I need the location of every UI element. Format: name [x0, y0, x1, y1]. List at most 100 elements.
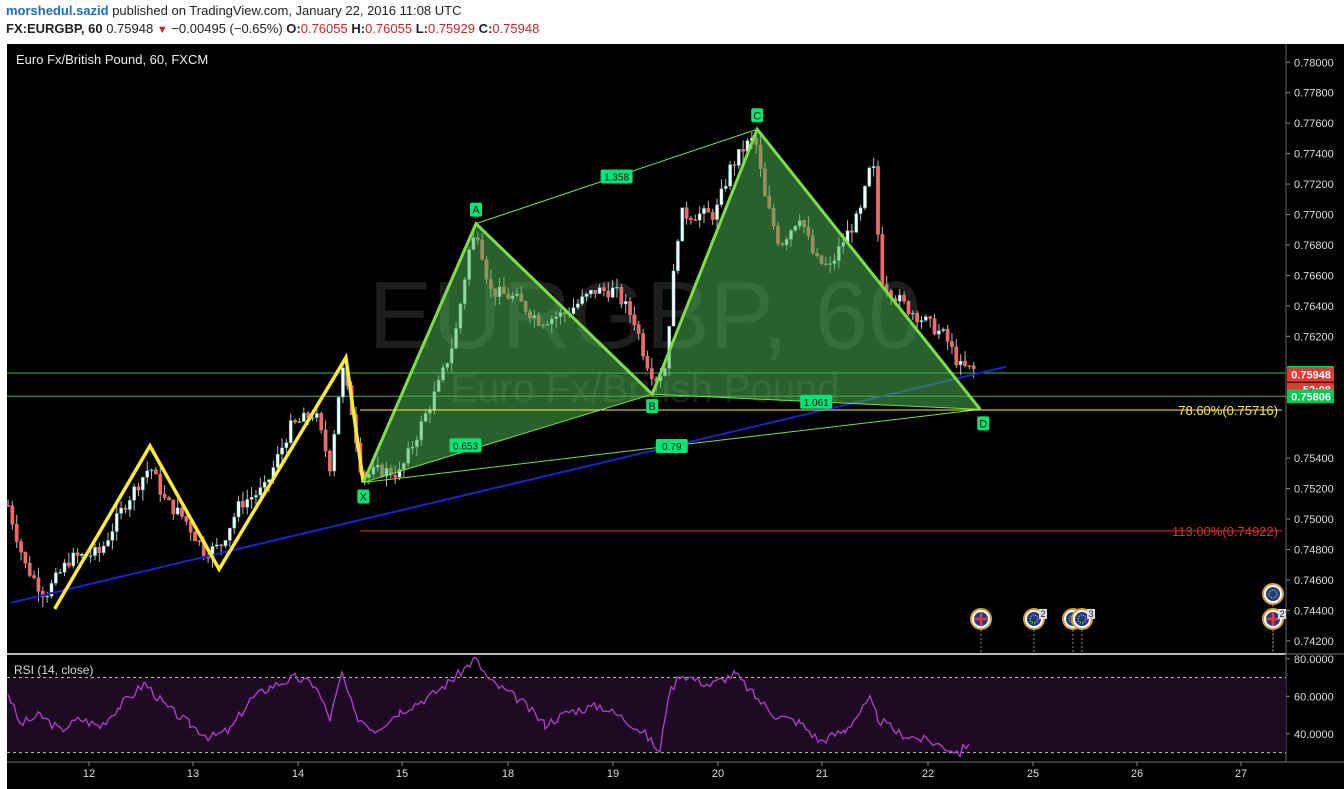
- x-tick-label: 13: [187, 768, 199, 780]
- candle-body: [336, 396, 341, 435]
- y-tick-label: 0.77400: [1294, 149, 1334, 161]
- pattern-point-text: C: [753, 110, 761, 122]
- rsi-tick-label: 80.0000: [1294, 654, 1334, 666]
- candle-body: [154, 469, 158, 475]
- candle-body: [197, 540, 202, 543]
- candle-body: [863, 185, 867, 209]
- candle-body: [149, 469, 154, 472]
- y-tick-label: 0.76400: [1294, 301, 1334, 313]
- candle-body: [671, 270, 676, 327]
- x-tick-label: 20: [712, 768, 724, 780]
- candle-body: [897, 294, 902, 302]
- candle-body: [315, 413, 319, 418]
- candle-body: [184, 516, 189, 522]
- candle-body: [963, 360, 967, 366]
- candle-body: [341, 367, 345, 398]
- x-tick-label: 21: [816, 768, 828, 780]
- candle-body: [393, 474, 397, 478]
- price-badge-text: 0.75806: [1291, 391, 1331, 403]
- candle-body: [245, 499, 250, 508]
- y-tick-label: 0.74800: [1294, 544, 1334, 556]
- candle-body: [950, 341, 954, 348]
- y-tick-label: 0.74600: [1294, 575, 1334, 587]
- ratio-label: 1.061: [800, 394, 833, 409]
- rsi-label: RSI (14, close): [14, 663, 93, 677]
- price-badge: 0.75806: [1287, 389, 1334, 404]
- candle-body: [19, 541, 23, 553]
- candle-body: [249, 497, 254, 500]
- candle-body: [597, 287, 602, 294]
- pattern-point-label: X: [357, 489, 370, 504]
- pattern-point-label: A: [470, 202, 483, 217]
- y-tick-label: 0.77200: [1294, 179, 1334, 191]
- candle-body: [45, 596, 49, 598]
- candle-body: [571, 307, 576, 314]
- candle-body: [171, 499, 176, 515]
- candle-body: [62, 562, 67, 573]
- candle-body: [284, 442, 289, 449]
- candle-body: [275, 453, 280, 468]
- pattern-point-text: D: [979, 418, 987, 430]
- x-tick-label: 26: [1131, 768, 1143, 780]
- event-count: 2: [1279, 609, 1284, 619]
- candle-body: [610, 287, 615, 298]
- fib-level-label: 113.00%(0.74922): [1172, 524, 1278, 539]
- candle-body: [906, 301, 911, 314]
- pattern-point-text: X: [360, 491, 368, 503]
- candle-body: [32, 575, 36, 578]
- candle-body: [297, 421, 302, 423]
- candle-body: [867, 167, 872, 187]
- candle-body: [319, 413, 324, 431]
- candle-body: [937, 330, 941, 335]
- candle-body: [615, 287, 619, 289]
- candle-body: [902, 294, 906, 302]
- candle-body: [145, 470, 150, 478]
- candle-body: [262, 481, 267, 488]
- candle-body: [871, 166, 876, 169]
- candle-body: [636, 324, 641, 334]
- candle-body: [332, 433, 337, 472]
- candle-body: [710, 211, 715, 220]
- candle-body: [241, 501, 245, 508]
- candle-body: [10, 505, 15, 525]
- y-tick-label: 0.77800: [1294, 88, 1334, 100]
- candle-body: [301, 412, 306, 422]
- flag-base: [1266, 587, 1280, 601]
- candle-body: [741, 149, 745, 152]
- candle-body: [141, 477, 145, 491]
- candle-body: [258, 487, 263, 496]
- candle-body: [628, 301, 632, 315]
- candle-body: [941, 328, 946, 331]
- rsi-band-fill: [7, 677, 1286, 753]
- candle-body: [80, 553, 84, 556]
- candle-body: [924, 316, 928, 321]
- candle-body: [580, 296, 585, 304]
- ratio-label: 0.653: [449, 438, 482, 453]
- candle-body: [97, 547, 102, 553]
- y-tick-label: 0.76200: [1294, 331, 1334, 343]
- flag-base: [1027, 612, 1041, 626]
- candle-body: [67, 562, 71, 567]
- candle-body: [706, 208, 711, 213]
- candle-body: [101, 545, 106, 553]
- price-chart[interactable]: EURGBP, 60Euro Fx/British Pound0.780000.…: [0, 0, 1344, 789]
- fib-level-label: 78.60%(0.75716): [1178, 403, 1278, 418]
- candle-body: [6, 505, 10, 507]
- candle-body: [280, 447, 284, 455]
- x-tick-label: 22: [922, 768, 934, 780]
- candle-body: [23, 551, 28, 564]
- candle-body: [928, 316, 933, 319]
- candle-body: [919, 320, 924, 323]
- candle-body: [649, 368, 654, 380]
- ratio-label-text: 0.653: [453, 441, 478, 452]
- candle-body: [693, 219, 698, 221]
- candle-body: [576, 303, 580, 308]
- flag-base: [1075, 612, 1089, 626]
- candle-body: [219, 544, 224, 547]
- candle-body: [119, 507, 123, 514]
- ratio-label-text: 1.358: [604, 172, 629, 183]
- pattern-point-label: D: [977, 416, 990, 431]
- candle-body: [732, 164, 737, 166]
- candle-body: [645, 356, 650, 369]
- candle-body: [932, 318, 937, 335]
